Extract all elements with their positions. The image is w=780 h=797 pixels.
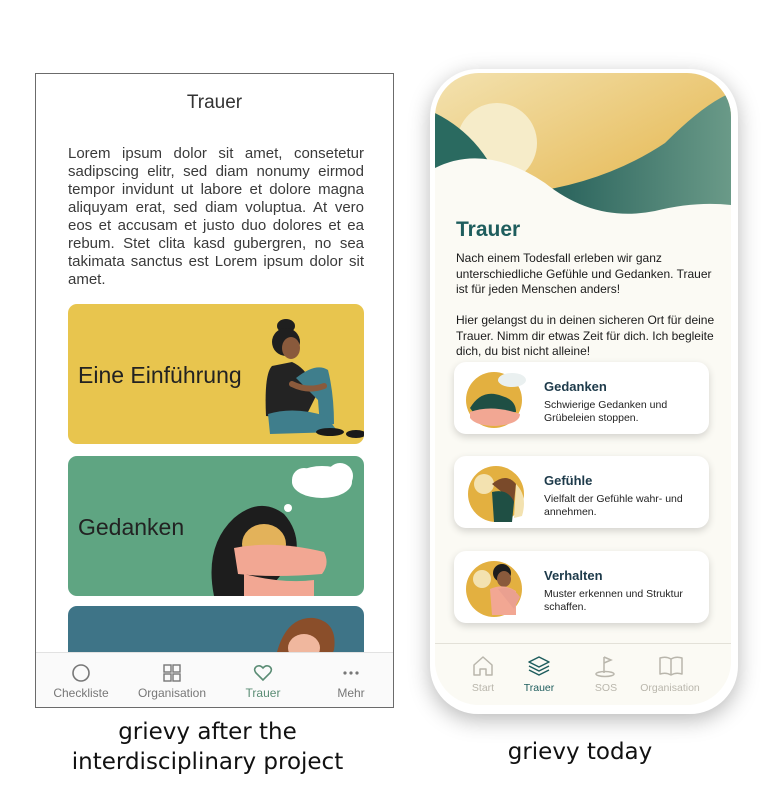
tab-label: SOS — [594, 682, 618, 694]
tab-organisation[interactable]: Organisation — [127, 653, 217, 707]
card-thoughts[interactable]: Gedanken Schwierige Gedanken und Grübele… — [454, 362, 709, 434]
page-title: Trauer — [456, 218, 521, 241]
bottom-navigation: Start Trauer SOS Organisation — [435, 643, 731, 705]
layers-icon — [528, 656, 550, 676]
caption-left: grievy after the interdisciplinary proje… — [71, 719, 344, 775]
tab-more[interactable]: Mehr — [306, 653, 393, 707]
card-title: Verhalten — [544, 568, 603, 583]
book-icon — [659, 656, 683, 676]
card-description: Muster erkennen und Struktur schaffen. — [544, 588, 683, 613]
card-description: Vielfalt der Gefühle wahr- und annehmen. — [544, 493, 683, 518]
tab-label: Trauer — [245, 686, 281, 700]
card-label: Gedanken — [78, 514, 185, 540]
hugging-knees-woman-illustration — [211, 463, 353, 596]
card-thoughts[interactable]: Gedanken — [68, 456, 364, 596]
intro-text-2: Hier gelangst du in deinen sicheren Ort … — [456, 313, 715, 358]
card-behaviour[interactable]: Verhalten Muster erkennen und Struktur s… — [454, 551, 709, 623]
intro-text: Lorem ipsum dolor sit amet, consetetur s… — [68, 145, 364, 288]
new-app-screen: Trauer Nach einem Todesfall erleben wir … — [435, 73, 731, 705]
card-title: Gefühle — [544, 473, 593, 488]
tab-sos[interactable]: SOS — [571, 644, 641, 704]
tab-label: Checkliste — [53, 686, 109, 700]
grid-icon — [163, 664, 181, 682]
tab-grief[interactable]: Trauer — [504, 644, 574, 704]
thoughts-illustration — [466, 372, 526, 428]
tab-label: Organisation — [640, 682, 700, 694]
card-introduction[interactable]: Eine Einführung — [68, 304, 364, 444]
feelings-illustration — [468, 466, 524, 522]
card-label: Eine Einführung — [78, 362, 242, 388]
behaviour-illustration — [466, 561, 522, 617]
more-dots-icon — [343, 671, 359, 675]
tab-checklist[interactable]: Checkliste — [36, 653, 126, 707]
old-app-screen: Trauer Lorem ipsum dolor sit amet, conse… — [35, 73, 394, 708]
circle-icon — [72, 664, 90, 682]
card-feelings[interactable]: Gefühle Vielfalt der Gefühle wahr- und a… — [454, 456, 709, 528]
tab-grief[interactable]: Trauer — [218, 653, 308, 707]
tab-label: Mehr — [337, 686, 365, 700]
page-title: Trauer — [186, 92, 243, 113]
sitting-woman-illustration — [265, 319, 364, 438]
card-title: Gedanken — [544, 379, 607, 394]
tab-organisation[interactable]: Organisation — [635, 644, 705, 704]
home-icon — [473, 656, 493, 676]
bottom-navigation: Checkliste Organisation Trauer Mehr — [36, 652, 393, 707]
flag-icon — [595, 656, 615, 678]
landscape-header-illustration — [435, 73, 731, 223]
tab-label: Trauer — [523, 682, 555, 694]
heart-icon — [253, 664, 273, 682]
tab-label: Organisation — [137, 686, 207, 700]
intro-text: Nach einem Todesfall erleben wir ganz un… — [456, 251, 712, 296]
caption-right: grievy today — [507, 739, 653, 765]
card-description: Schwierige Gedanken und Grübeleien stopp… — [544, 399, 668, 424]
